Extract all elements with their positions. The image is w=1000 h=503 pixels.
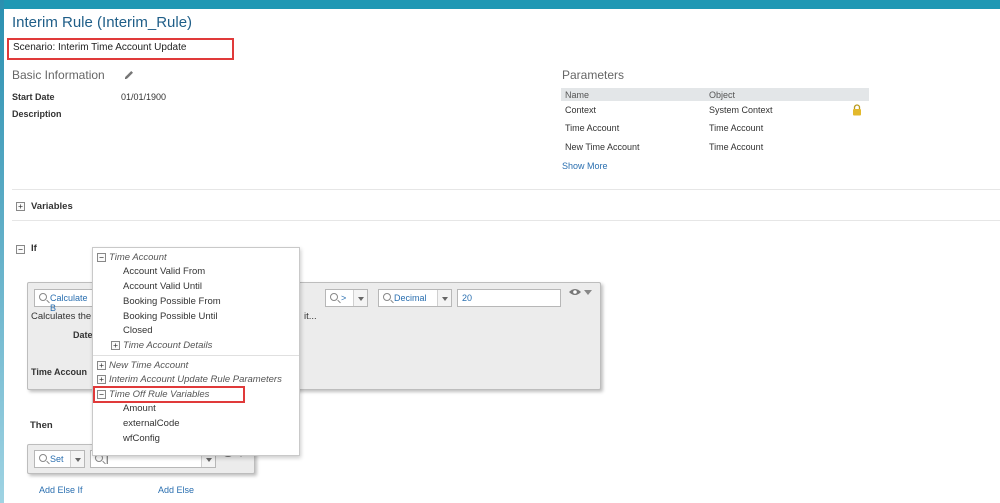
parameter-object: Time Account [709, 142, 764, 152]
basic-info-heading: Basic Information [12, 68, 105, 82]
parameter-name: Time Account [565, 123, 620, 133]
type-text: Decimal [394, 293, 427, 303]
action-text: Set [50, 454, 64, 464]
parameters-col-object: Object [709, 90, 736, 100]
value-text: 20 [462, 293, 473, 303]
dropdown-item[interactable]: Booking Possible Until [123, 311, 218, 322]
page: Interim Rule (Interim_Rule) Scenario: In… [4, 9, 1000, 503]
dropdown-group-interim-params[interactable]: Interim Account Update Rule Parameters [109, 374, 282, 385]
parameter-object: System Context [709, 105, 773, 115]
value-input[interactable]: 20 [457, 289, 561, 307]
description-label: Description [12, 109, 62, 119]
parameter-name: Context [565, 105, 597, 115]
dropdown-separator [93, 355, 299, 356]
chevron-down-icon[interactable] [70, 451, 84, 467]
dropdown-item[interactable]: Closed [123, 325, 153, 336]
show-more-link[interactable]: Show More [562, 161, 608, 171]
chevron-down-icon[interactable] [437, 290, 451, 306]
top-bar [0, 0, 1000, 9]
chevron-down-icon[interactable] [353, 290, 367, 306]
scenario-text: Scenario: Interim Time Account Update [13, 42, 187, 53]
search-icon [39, 454, 47, 462]
eye-icon[interactable] [568, 287, 582, 297]
plus-icon: + [97, 375, 106, 384]
type-select[interactable]: Decimal [378, 289, 452, 307]
dropdown-subgroup-time-account-details[interactable]: Time Account Details [123, 340, 212, 351]
variables-expand-icon[interactable]: + [16, 202, 25, 211]
left-expression-text: Calculate B [50, 293, 88, 313]
dropdown-item[interactable]: Account Valid From [123, 266, 205, 277]
dropdown-item[interactable]: Account Valid Until [123, 281, 202, 292]
plus-icon: + [97, 361, 106, 370]
search-icon [383, 293, 391, 301]
add-else-if-link[interactable]: Add Else If [39, 485, 83, 495]
dropdown-item[interactable]: wfConfig [123, 433, 160, 444]
divider [12, 189, 1000, 190]
dropdown-item[interactable]: Booking Possible From [123, 296, 221, 307]
chevron-down-icon[interactable] [584, 290, 592, 296]
search-icon [330, 293, 338, 301]
parameters-heading: Parameters [562, 68, 625, 82]
start-date-value: 01/01/1900 [121, 92, 167, 102]
time-account-label: Time Accoun [31, 367, 88, 377]
variables-heading: Variables [31, 201, 73, 212]
page-title: Interim Rule (Interim_Rule) [12, 14, 193, 31]
parameters-col-name: Name [565, 90, 590, 100]
then-heading: Then [30, 420, 53, 431]
condition-description-tail: it... [304, 311, 317, 322]
edit-pencil-icon[interactable] [123, 69, 135, 81]
parameter-object: Time Account [709, 123, 764, 133]
time-off-vars-highlight [93, 386, 245, 403]
dropdown-item[interactable]: Amount [123, 403, 156, 414]
operator-select[interactable]: > [325, 289, 368, 307]
action-select[interactable]: Set [34, 450, 85, 468]
dropdown-group-new-time-account[interactable]: New Time Account [109, 360, 188, 371]
start-date-label: Start Date [12, 92, 55, 102]
add-else-link[interactable]: Add Else [158, 485, 194, 495]
dropdown-item[interactable]: externalCode [123, 418, 180, 429]
minus-icon: − [97, 253, 106, 262]
dropdown-group-time-account[interactable]: Time Account [109, 252, 167, 263]
lock-icon [853, 104, 861, 116]
plus-icon: + [111, 341, 120, 350]
date-label: Date [73, 330, 93, 340]
parameter-name: New Time Account [565, 142, 640, 152]
condition-description: Calculates the [31, 311, 92, 322]
if-collapse-icon[interactable]: − [16, 245, 25, 254]
search-icon [39, 293, 47, 301]
field-picker-dropdown: − Time Account Account Valid From Accoun… [92, 247, 300, 456]
if-heading: If [31, 243, 37, 254]
left-expression-field[interactable]: Calculate B [34, 289, 96, 313]
operator-text: > [341, 293, 347, 303]
divider [12, 220, 1000, 221]
